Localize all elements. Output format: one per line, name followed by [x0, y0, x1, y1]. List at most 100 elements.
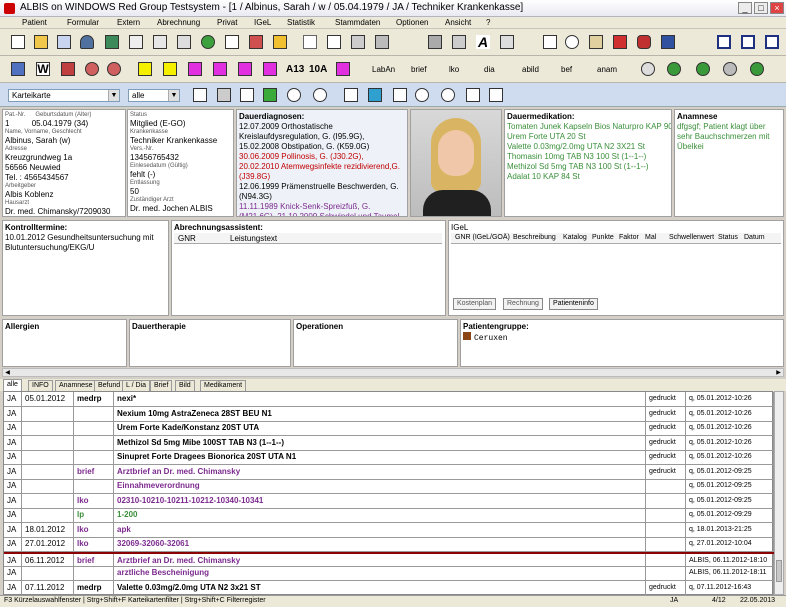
p-icon[interactable] [664, 59, 684, 79]
view-select[interactable]: Karteikarte ▼ [8, 89, 120, 102]
note-pink-2-icon[interactable] [210, 59, 230, 79]
a13-icon[interactable]: A13 [286, 64, 304, 75]
scroll-left-icon[interactable]: ◀ [3, 369, 12, 376]
tab-bild[interactable]: Bild [175, 380, 195, 391]
paste-icon[interactable] [348, 32, 368, 52]
menu-ansicht[interactable]: Ansicht [445, 18, 471, 27]
table-row[interactable]: JA 07.11.2012 medrp Valette 0.03mg/2.0mg UT… [4, 580, 774, 596]
network-icon[interactable] [8, 59, 28, 79]
panel-scrollbar[interactable]: ◀ ▶ [2, 368, 784, 377]
window-layout-1-icon[interactable] [714, 32, 734, 52]
table-row[interactable]: JA arztliche Bescheinigung ALBIS, 06.11.20… [4, 566, 774, 581]
table-row[interactable]: JA 06.11.2012 brief Arztbrief an Dr. med. C… [4, 551, 774, 568]
menu-abrechnung[interactable]: Abrechnung [157, 18, 200, 27]
col-mal[interactable]: Mal [645, 234, 656, 241]
scope-select[interactable]: alle ▼ [128, 89, 180, 102]
ja-icon[interactable] [463, 85, 483, 105]
pencil-icon[interactable] [214, 85, 234, 105]
menu-optionen[interactable]: Optionen [396, 18, 428, 27]
edit-entry-icon[interactable] [190, 85, 210, 105]
note-pink-5-icon[interactable] [333, 59, 353, 79]
labanf-button[interactable]: LabAn [372, 65, 395, 74]
hand-icon[interactable] [634, 32, 654, 52]
printer-icon[interactable] [425, 32, 445, 52]
rechnung-button[interactable]: Rechnung [503, 298, 543, 310]
menu-statistik[interactable]: Statistik [287, 18, 315, 27]
bef-button[interactable]: bef [561, 65, 572, 74]
menu-igel[interactable]: IGeL [254, 18, 271, 27]
col-beschreibung[interactable]: Beschreibung [513, 234, 556, 241]
pen-icon[interactable] [497, 32, 517, 52]
note-pink-icon[interactable] [185, 59, 205, 79]
table-row[interactable]: JA Urem Forte Kade/Konstanz 20ST UTA gedru… [4, 421, 774, 436]
table-row[interactable]: JA 05.01.2012 medrp nexi* gedruckt q, 05.01.2… [4, 392, 774, 407]
col-katalog[interactable]: Katalog [563, 234, 587, 241]
anam-button[interactable]: anam [597, 65, 617, 74]
col-punkte[interactable]: Punkte [592, 234, 614, 241]
ecg-icon[interactable] [390, 85, 410, 105]
delete-icon[interactable] [372, 32, 392, 52]
col-gnr[interactable]: GNR [178, 234, 196, 243]
table-row[interactable]: JA Methizol Sd 5mg Mibe 100ST TAB N3 (1--… [4, 435, 774, 451]
dia-button[interactable]: dia [484, 65, 495, 74]
print-options-icon[interactable] [449, 32, 469, 52]
menu-help[interactable]: ? [486, 18, 490, 27]
tab-anamnese[interactable]: Anamnese [55, 380, 97, 391]
clock-icon[interactable] [562, 32, 582, 52]
card-reader-icon[interactable] [270, 32, 290, 52]
checklist-icon[interactable] [222, 32, 242, 52]
r-icon[interactable] [693, 59, 713, 79]
print-preview-icon[interactable] [126, 32, 146, 52]
first-aid-icon[interactable] [610, 32, 630, 52]
list-icon[interactable] [150, 32, 170, 52]
tab-brief[interactable]: Brief [150, 380, 173, 391]
grid-view-icon[interactable] [341, 85, 361, 105]
brief-button[interactable]: brief [411, 65, 427, 74]
menu-privat[interactable]: Privat [217, 18, 237, 27]
a-circle-2-icon[interactable] [438, 85, 458, 105]
open-book-icon[interactable] [586, 32, 606, 52]
open-folder-icon[interactable] [31, 32, 51, 52]
abild-button[interactable]: abild [522, 65, 539, 74]
word-icon[interactable]: W [33, 59, 53, 79]
form-icon[interactable] [174, 32, 194, 52]
doc-green-icon[interactable] [237, 85, 257, 105]
col-status[interactable]: Status [718, 234, 738, 241]
refresh-icon[interactable] [198, 32, 218, 52]
tab-medikament[interactable]: Medikament [200, 380, 247, 391]
hospital-icon[interactable] [54, 32, 74, 52]
albis-card-icon[interactable] [658, 32, 678, 52]
tab-info[interactable]: INFO [28, 380, 53, 391]
s-icon[interactable] [747, 59, 767, 79]
col-schwellenwert[interactable]: Schwellenwert [669, 234, 714, 241]
person-icon[interactable] [77, 32, 97, 52]
calculator-icon[interactable] [246, 32, 266, 52]
note-pink-3-icon[interactable] [235, 59, 255, 79]
tab-befund[interactable]: Befund [94, 380, 125, 391]
minimize-button[interactable]: _ [738, 2, 752, 14]
cycle-icon[interactable] [638, 59, 658, 79]
col-gnr-igel[interactable]: GNR (IGeL/GOÄ) [455, 234, 510, 241]
menu-extern[interactable]: Extern [117, 18, 140, 27]
table-row[interactable]: JA 18.01.2012 lko apk q, 18.01.2013-21:25 [4, 522, 774, 538]
col-leistungstext[interactable]: Leistungstext [230, 234, 277, 243]
table-row[interactable]: JA brief Arztbrief an Dr. med. Chimansky ge… [4, 464, 774, 480]
book-icon[interactable] [102, 32, 122, 52]
table-row[interactable]: JA lp 1-200 q, 05.01.2012-09:29 [4, 508, 774, 523]
patient-female-1-icon[interactable] [82, 59, 102, 79]
note-yellow-2-icon[interactable] [160, 59, 180, 79]
patienteninfo-button[interactable]: Patienteninfo [549, 298, 598, 310]
note-yellow-icon[interactable] [135, 59, 155, 79]
close-button[interactable]: × [770, 2, 784, 14]
eye-icon[interactable] [284, 85, 304, 105]
pills-icon[interactable] [365, 85, 385, 105]
table-row[interactable]: JA Einnahmeverordnung q, 05.01.2012-09:25 [4, 479, 774, 494]
document-icon[interactable] [540, 32, 560, 52]
menu-formular[interactable]: Formular [67, 18, 99, 27]
a-circle-icon[interactable] [412, 85, 432, 105]
table-row[interactable]: JA lko 02310-10210-10211-10212-10340-10341… [4, 493, 774, 509]
window-layout-3-icon[interactable] [762, 32, 782, 52]
scroll-right-icon[interactable]: ▶ [774, 369, 783, 376]
ja-2-icon[interactable] [486, 85, 506, 105]
kostenplan-button[interactable]: Kostenplan [453, 298, 497, 310]
